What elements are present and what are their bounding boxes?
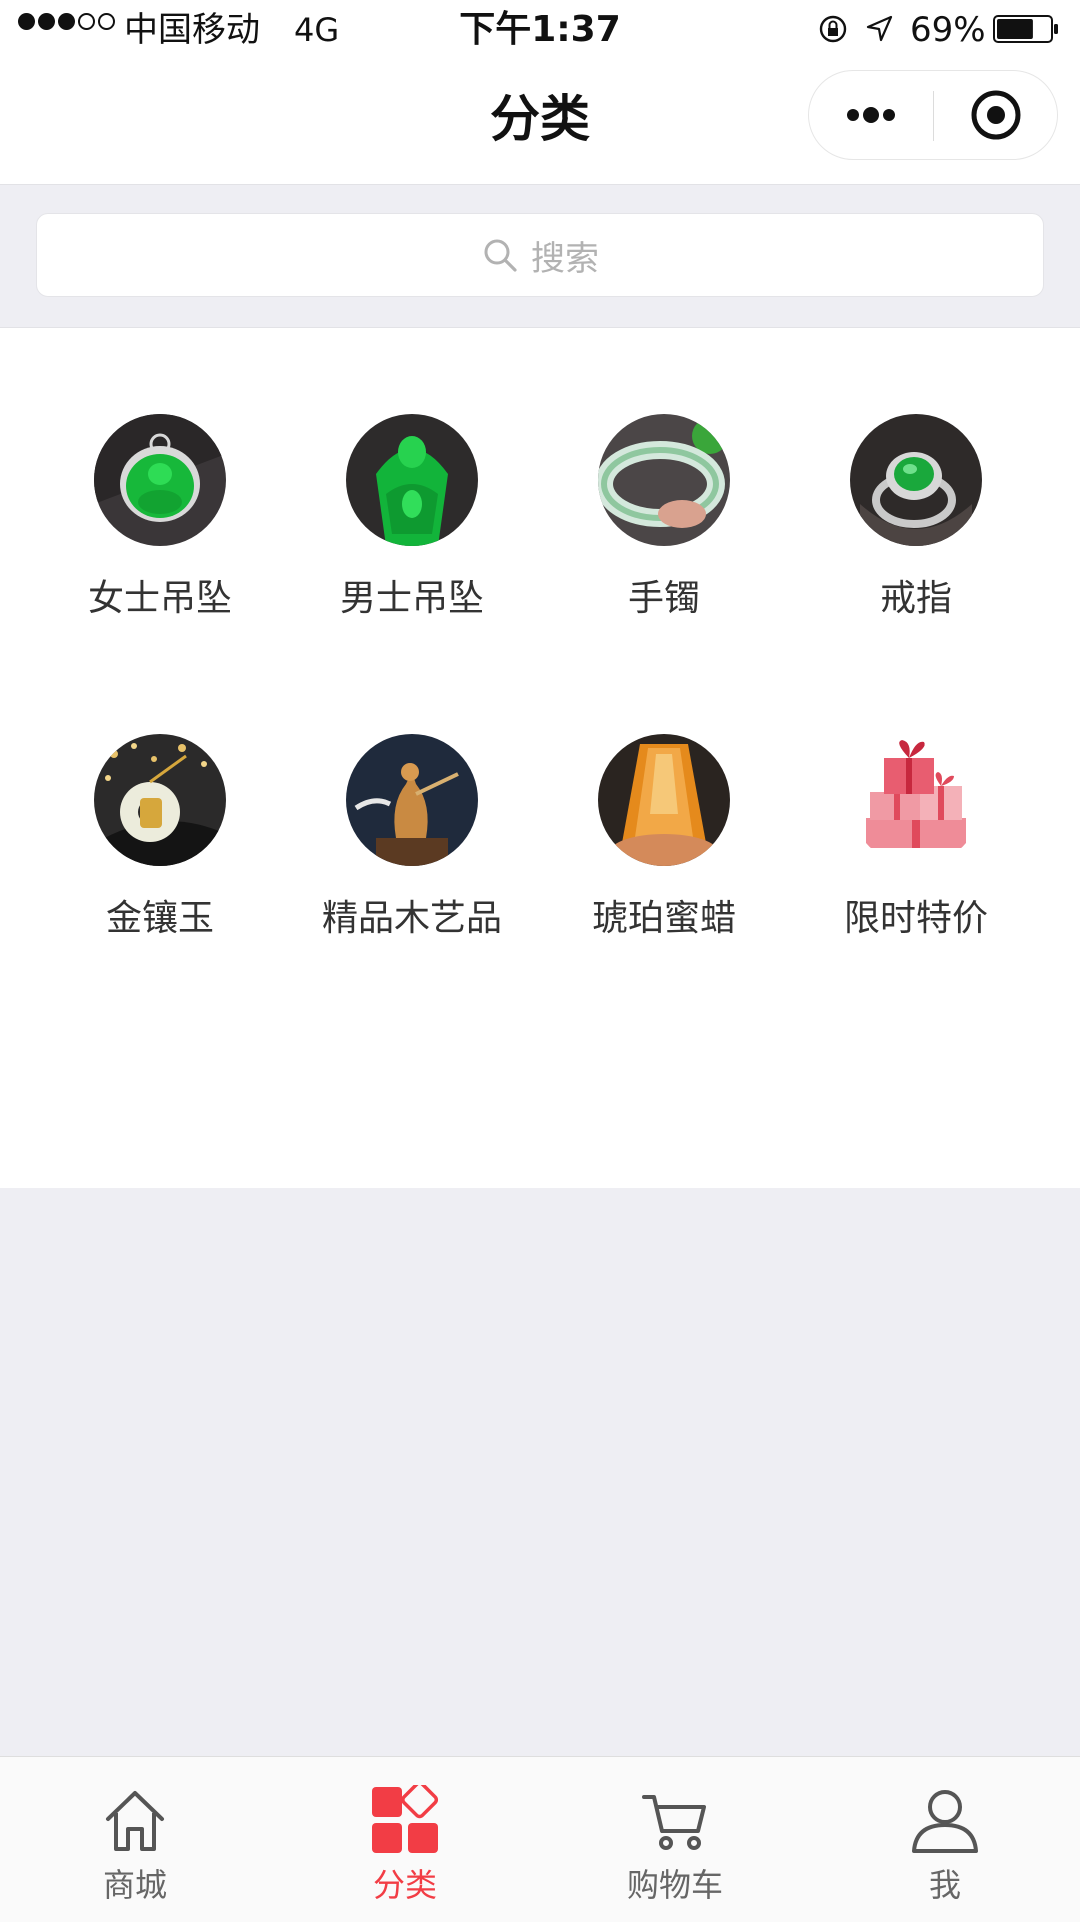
tab-bar: 商城 分类 购物车 我 bbox=[0, 1756, 1080, 1922]
category-label: 手镯 bbox=[627, 578, 700, 619]
tab-category[interactable]: 分类 bbox=[270, 1757, 540, 1922]
tab-label: 我 bbox=[928, 1866, 961, 1904]
navigation-bar: 分类 bbox=[0, 60, 1080, 185]
gold-inlaid-jade-image bbox=[94, 734, 226, 866]
rotation-lock-icon bbox=[819, 15, 847, 43]
category-label: 精品木艺品 bbox=[321, 898, 502, 939]
cart-icon bbox=[642, 1795, 706, 1850]
category-label: 琥珀蜜蜡 bbox=[591, 898, 736, 939]
category-womens-pendant[interactable]: 女士吊坠 bbox=[34, 414, 286, 634]
category-grid: 女士吊坠 男士吊坠 手镯 戒指 金镶玉 精品木艺品 琥珀蜜蜡 限时特价 bbox=[0, 328, 1080, 1188]
close-mini-program-button[interactable] bbox=[934, 71, 1058, 159]
category-mens-pendant[interactable]: 男士吊坠 bbox=[286, 414, 538, 634]
category-wood-carving[interactable]: 精品木艺品 bbox=[286, 734, 538, 954]
tab-label: 购物车 bbox=[626, 1866, 723, 1904]
jade-buddha-pendant-image bbox=[346, 414, 478, 546]
more-menu-button[interactable] bbox=[809, 71, 933, 159]
jade-bangle-image bbox=[598, 414, 730, 546]
category-label: 女士吊坠 bbox=[87, 578, 232, 619]
category-bangle[interactable]: 手镯 bbox=[538, 414, 790, 634]
category-label: 金镶玉 bbox=[105, 898, 214, 939]
category-label: 戒指 bbox=[879, 578, 952, 619]
more-dots-icon bbox=[847, 107, 895, 123]
tab-cart[interactable]: 购物车 bbox=[540, 1757, 810, 1922]
search-input[interactable]: 搜索 bbox=[36, 213, 1044, 297]
jade-ring-image bbox=[850, 414, 982, 546]
target-close-icon bbox=[971, 90, 1021, 140]
tab-label: 分类 bbox=[372, 1866, 437, 1904]
category-amber-beeswax[interactable]: 琥珀蜜蜡 bbox=[538, 734, 790, 954]
mini-program-capsule bbox=[808, 70, 1058, 160]
wood-carving-image bbox=[346, 734, 478, 866]
category-label: 男士吊坠 bbox=[339, 578, 484, 619]
battery-icon bbox=[993, 15, 1058, 43]
search-area: 搜索 bbox=[0, 185, 1080, 328]
tab-profile[interactable]: 我 bbox=[810, 1757, 1080, 1922]
battery-percent: 69% bbox=[910, 10, 986, 50]
category-gold-inlaid-jade[interactable]: 金镶玉 bbox=[34, 734, 286, 954]
jade-pendant-female-image bbox=[94, 414, 226, 546]
category-label: 限时特价 bbox=[843, 898, 988, 939]
category-icon bbox=[372, 1785, 439, 1853]
category-ring[interactable]: 戒指 bbox=[790, 414, 1042, 634]
status-bar: 中国移动 4G 下午1:37 69% bbox=[0, 0, 1080, 60]
home-icon bbox=[106, 1791, 164, 1851]
tab-label: 商城 bbox=[102, 1866, 167, 1904]
search-placeholder: 搜索 bbox=[531, 238, 599, 279]
amber-beeswax-image bbox=[598, 734, 730, 866]
location-arrow-icon bbox=[866, 15, 893, 42]
gift-boxes-image bbox=[850, 734, 982, 866]
search-icon bbox=[484, 239, 517, 272]
user-icon bbox=[912, 1790, 978, 1853]
tab-mall[interactable]: 商城 bbox=[0, 1757, 270, 1922]
category-limited-offer[interactable]: 限时特价 bbox=[790, 734, 1042, 954]
